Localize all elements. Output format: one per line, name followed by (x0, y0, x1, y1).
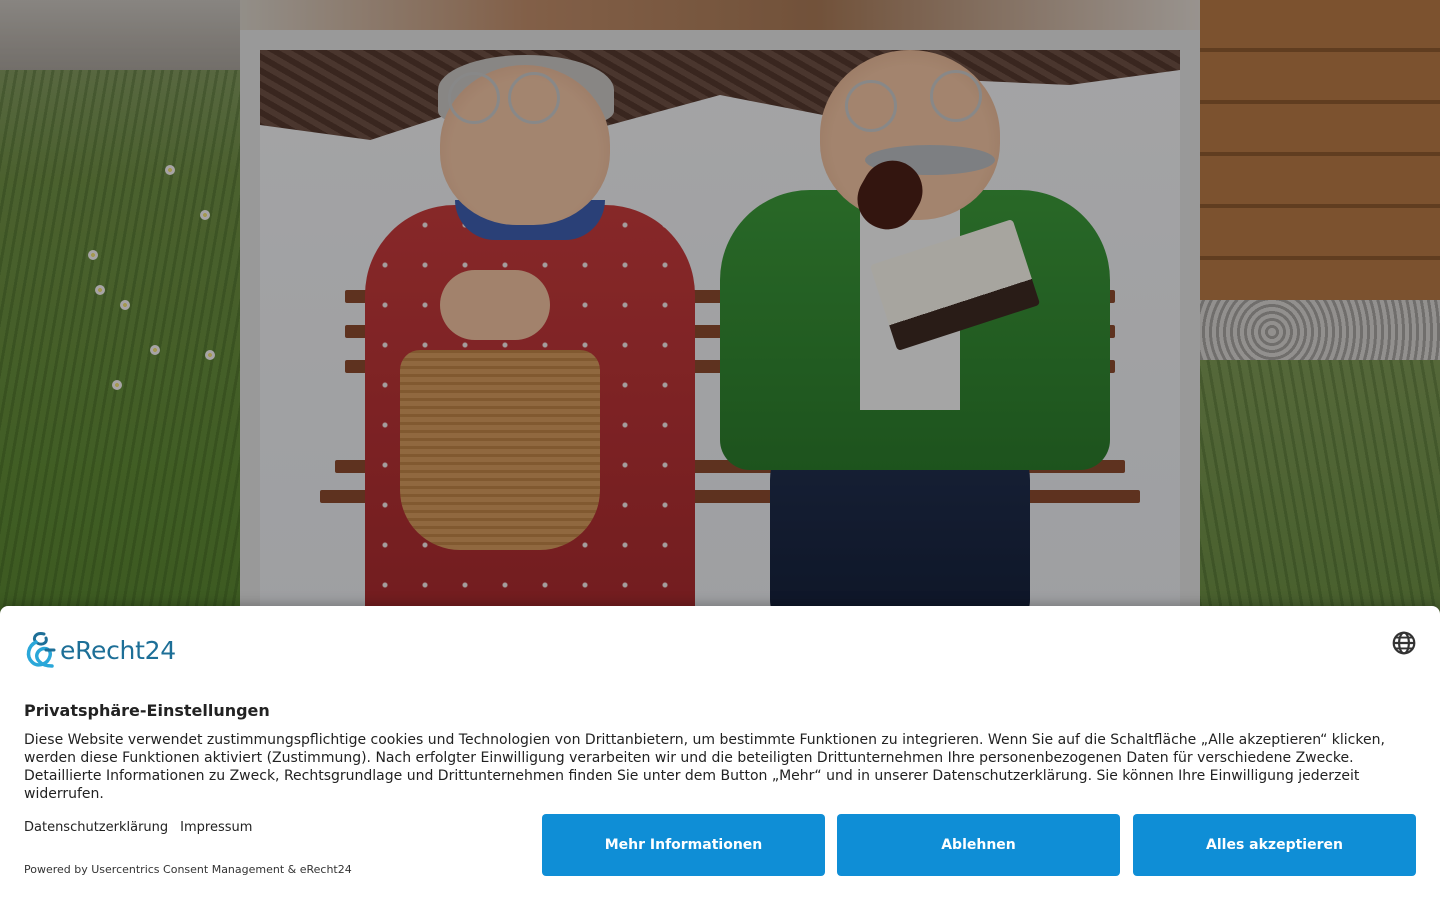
legal-links: Datenschutzerklärung Impressum (24, 820, 252, 835)
privacy-policy-link[interactable]: Datenschutzerklärung (24, 820, 168, 835)
globe-icon (1392, 631, 1416, 655)
deny-button[interactable]: Ablehnen (837, 814, 1120, 876)
language-selector-button[interactable] (1391, 630, 1417, 656)
cookie-consent-banner: eRecht24 Privatsphäre-Einstellungen Dies… (0, 606, 1440, 900)
banner-description: Diese Website verwendet zustimmungspflic… (24, 732, 1385, 802)
banner-title: Privatsphäre-Einstellungen (24, 701, 270, 720)
erecht24-logo: eRecht24 (24, 630, 176, 670)
more-information-button[interactable]: Mehr Informationen (542, 814, 825, 876)
erecht24-logo-text: eRecht24 (60, 635, 176, 665)
erecht24-logo-icon (26, 632, 56, 668)
powered-by-text: Powered by Usercentrics Consent Manageme… (24, 863, 352, 876)
imprint-link[interactable]: Impressum (180, 820, 252, 835)
accept-all-button[interactable]: Alles akzeptieren (1133, 814, 1416, 876)
